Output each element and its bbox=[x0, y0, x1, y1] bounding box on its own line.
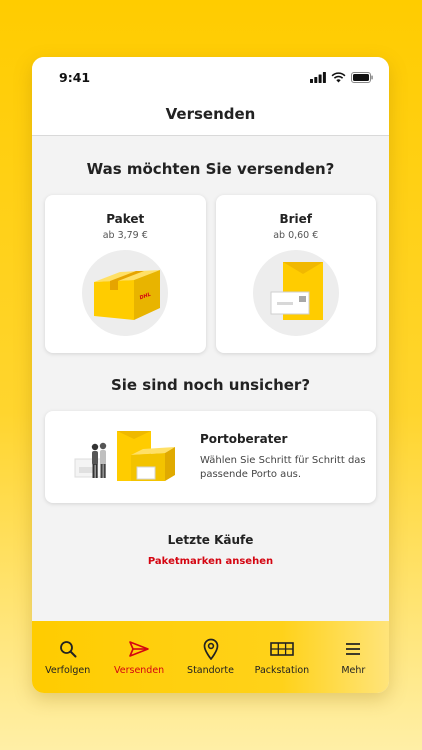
status-bar: 9:41 bbox=[32, 57, 389, 97]
page-title: Versenden bbox=[165, 105, 256, 123]
parcel-box-icon: DHL bbox=[94, 270, 161, 320]
battery-icon bbox=[351, 71, 373, 83]
parcel-option-card[interactable]: Paket ab 3,79 € DHL bbox=[45, 195, 206, 353]
letter-title: Brief bbox=[279, 212, 313, 226]
parcel-title: Paket bbox=[106, 212, 145, 226]
menu-icon bbox=[346, 643, 361, 655]
porto-advisor-title: Portoberater bbox=[200, 432, 288, 446]
main-content: Was möchten Sie versenden? Paket ab 3,79… bbox=[32, 160, 389, 568]
tab-mehr[interactable]: Mehr bbox=[318, 621, 389, 693]
tab-label: Packstation bbox=[254, 665, 310, 676]
packstation-icon bbox=[270, 642, 294, 656]
letter-option-card[interactable]: Brief ab 0,60 € bbox=[215, 195, 376, 353]
status-time: 9:41 bbox=[59, 69, 91, 85]
bottom-tab-bar: Verfolgen Versenden Standorte Packstatio… bbox=[32, 621, 389, 693]
wifi-icon bbox=[331, 71, 346, 82]
tab-label: Standorte bbox=[187, 665, 234, 676]
send-icon bbox=[129, 641, 149, 657]
tab-label: Mehr bbox=[341, 665, 366, 676]
tab-versenden[interactable]: Versenden bbox=[103, 621, 174, 693]
send-options: Paket ab 3,79 € DHL Brief ab 0,60 € bbox=[45, 195, 376, 353]
unsure-heading: Sie sind noch unsicher? bbox=[110, 376, 311, 394]
porto-advisor-illustration bbox=[74, 431, 175, 481]
letter-price: ab 0,60 € bbox=[273, 230, 319, 241]
porto-advisor-description: Wählen Sie Schritt für Schritt das passe… bbox=[200, 455, 366, 480]
recent-purchases-title: Letzte Käufe bbox=[167, 533, 254, 547]
top-bar: 9:41 Versenden bbox=[32, 57, 389, 136]
parcel-price: ab 3,79 € bbox=[102, 230, 148, 241]
tab-label: Verfolgen bbox=[45, 665, 91, 676]
status-icons bbox=[310, 71, 373, 83]
tab-label: Versenden bbox=[113, 665, 165, 676]
signal-icon bbox=[310, 71, 326, 83]
app-screen: 9:41 Versenden Was möchten Sie versenden… bbox=[32, 57, 389, 693]
letter-envelope-icon bbox=[270, 262, 323, 320]
tab-verfolgen[interactable]: Verfolgen bbox=[32, 621, 103, 693]
tab-packstation[interactable]: Packstation bbox=[246, 621, 317, 693]
parcel-labels-link[interactable]: Paketmarken ansehen bbox=[148, 556, 273, 567]
recent-purchases: Letzte Käufe Paketmarken ansehen bbox=[45, 533, 376, 568]
tab-standorte[interactable]: Standorte bbox=[175, 621, 246, 693]
letter-icon-circle bbox=[252, 250, 339, 336]
porto-advisor-card[interactable]: Portoberater Wählen Sie Schritt für Schr… bbox=[45, 411, 376, 503]
send-heading: Was möchten Sie versenden? bbox=[86, 160, 335, 178]
search-icon bbox=[59, 641, 77, 658]
parcel-icon-circle: DHL bbox=[82, 250, 169, 336]
location-pin-icon bbox=[203, 638, 218, 660]
